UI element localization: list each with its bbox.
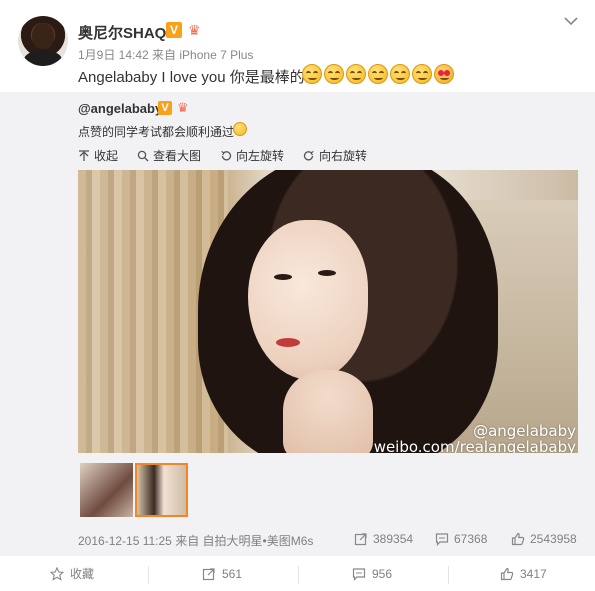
rotate-left-icon [221,150,232,160]
comment-icon [435,533,449,546]
grin-emoji-icon [324,64,344,84]
action-divider [448,566,449,584]
like-button[interactable]: 3417 [500,556,547,591]
weibo-post: 奥尼尔SHAQ V ♛ 1月9日 14:42 来自 iPhone 7 Plus … [0,0,595,591]
sigh-emoji-icon [233,122,247,136]
retweet-verified-badge-icon: V [158,101,172,115]
photo-lips [276,338,300,347]
repost-icon [202,567,215,580]
grin-emoji-icon [412,64,432,84]
retweet-text: 点赞的同学考试都会顺利通过 [78,125,235,139]
main-photo[interactable]: @angelababy weibo.com/realangelababy [78,170,578,453]
post-text: Angelababy I love you 你是最棒的! [78,69,309,86]
comment-icon [352,567,366,581]
collapse-icon [79,149,89,161]
action-divider [298,566,299,584]
star-icon [50,566,64,581]
watermark-url: weibo.com/realangelababy [373,438,576,453]
rotate-right-label: 向右旋转 [319,149,368,163]
vip-crown-icon: ♛ [188,22,201,38]
repost-button[interactable]: 561 [202,556,242,591]
photo-hand [283,370,373,453]
comment-count: 956 [372,566,393,581]
retweet-like-count[interactable]: 2543958 [511,532,577,546]
photo-thumbnail[interactable] [80,463,133,517]
verified-badge-icon: V [166,22,182,38]
search-icon [137,150,149,161]
repost-count: 561 [222,566,243,581]
avatar[interactable] [18,16,68,66]
retweet-comment-count[interactable]: 67368 [435,532,487,546]
retweet-vip-crown-icon: ♛ [177,100,189,115]
retweet-like-value: 2543958 [530,532,577,546]
grin-emoji-icon [390,64,410,84]
photo-face [248,220,368,380]
retweet-comment-value: 67368 [454,532,488,546]
thumbs-up-icon [500,567,514,580]
action-divider [148,566,149,584]
retweet-repost-value: 389354 [373,532,414,546]
photo-eye [274,274,292,280]
grin-emoji-icon [302,64,322,84]
photo-eye [318,270,336,276]
retweet-repost-count[interactable]: 389354 [354,532,413,546]
retweet-author[interactable]: @angelababy [78,101,162,116]
avatar-face [32,23,54,49]
favorite-button[interactable]: 收藏 [50,556,94,591]
repost-icon [354,533,367,546]
grin-emoji-icon [346,64,366,84]
rotate-left-label: 向左旋转 [236,149,285,163]
grin-emoji-icon [368,64,388,84]
avatar-shirt [24,50,62,66]
heart-eyes-emoji-icon [434,64,454,84]
collapse-label: 收起 [94,149,119,163]
chevron-down-icon[interactable] [562,12,580,30]
rotate-left-button[interactable]: 向左旋转 [220,147,284,164]
like-count: 3417 [520,566,547,581]
retweet-meta: 2016-12-15 11:25 来自 自拍大明星•美图M6s [78,534,314,548]
comment-button[interactable]: 956 [352,556,392,591]
collapse-button[interactable]: 收起 [78,147,118,164]
rotate-right-button[interactable]: 向右旋转 [303,147,367,164]
favorite-label: 收藏 [70,567,95,581]
rotate-right-icon [303,150,314,160]
thumbs-up-icon [511,532,525,546]
post-meta: 1月9日 14:42 来自 iPhone 7 Plus [78,48,254,62]
post-emojis [302,64,456,86]
view-large-button[interactable]: 查看大图 [137,147,201,164]
photo-thumbnail-selected[interactable] [135,463,188,517]
post-username[interactable]: 奥尼尔SHAQ [78,22,166,43]
view-large-label: 查看大图 [153,149,202,163]
